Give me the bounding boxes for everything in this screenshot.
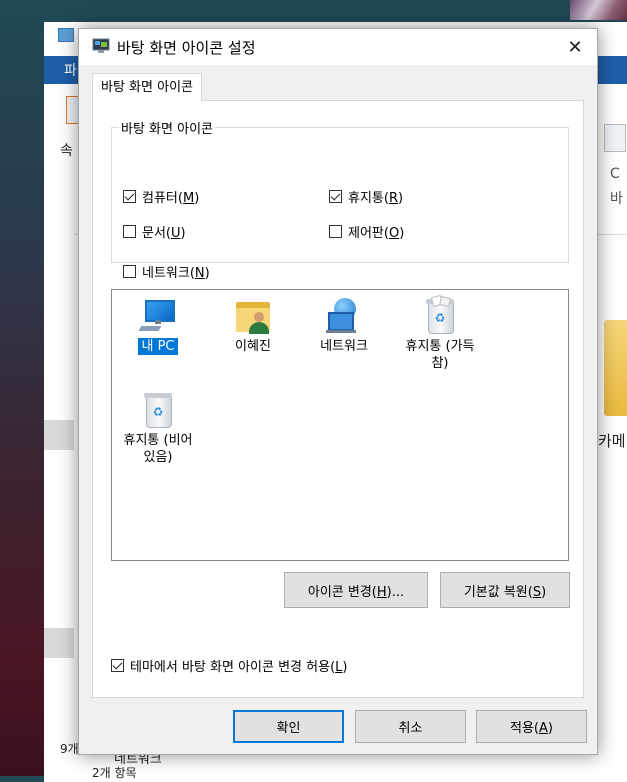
tab-label: 바탕 화면 아이콘 [101,80,193,95]
list-item-this-pc[interactable]: 내 PC [112,296,204,355]
cancel-button[interactable]: 취소 [355,710,466,743]
close-icon: ✕ [567,36,583,58]
allow-theme-change-checkbox[interactable]: 테마에서 바탕 화면 아이콘 변경 허용(L) [111,656,347,675]
list-item-user-folder[interactable]: 이혜진 [207,296,299,355]
recycle-bin-empty-icon: ♻ [138,390,178,430]
checkbox-checked-icon[interactable] [123,190,136,203]
nav-selection[interactable] [44,420,74,450]
list-item-label: 휴지통 (비어 있음) [123,433,193,465]
documents-checkbox[interactable]: 문서(U) [123,222,186,241]
checkbox-label: 휴지통(R) [348,191,404,206]
user-folder-icon [233,296,273,336]
desktop-icon-settings-dialog: 바탕 화면 아이콘 설정 ✕ 바탕 화면 아이콘 바탕 화면 아이콘 컴퓨터(M… [78,28,598,755]
network-checkbox[interactable]: 네트워크(N) [123,262,210,281]
ribbon-left-fragment[interactable]: 속 [60,140,73,160]
computer-icon [138,296,178,336]
ribbon-right-icon[interactable] [604,124,626,152]
list-item-recycle-bin-empty[interactable]: ♻ 휴지통 (비어 있음) [112,390,204,466]
control-panel-checkbox[interactable]: 제어판(O) [329,222,404,241]
checkbox-checked-icon[interactable] [111,659,124,672]
list-item-label: 이혜진 [235,339,271,354]
icon-list-view[interactable]: 내 PC 이혜진 네트워크 ♻ 휴지통 (가득 참) ♻ 휴지통 (비어 있음) [111,289,569,561]
ok-button[interactable]: 확인 [233,710,344,743]
checkbox-label: 컴퓨터(M) [142,191,200,206]
explorer-app-icon [58,28,74,42]
list-item-label: 내 PC [138,338,178,355]
checkbox-unchecked-icon[interactable] [329,225,342,238]
tab-desktop-icons[interactable]: 바탕 화면 아이콘 [92,73,202,101]
checkbox-checked-icon[interactable] [329,190,342,203]
recycle-bin-full-icon: ♻ [420,294,460,336]
background-folder-label: 카메 [598,432,626,450]
nav-selection[interactable] [44,628,74,658]
checkbox-label: 테마에서 바탕 화면 아이콘 변경 허용(L) [130,660,348,675]
list-item-label: 네트워크 [320,339,368,354]
background-folder-icon[interactable] [604,320,627,416]
ribbon-right-fragment-2: 바 [610,191,623,207]
computer-checkbox[interactable]: 컴퓨터(M) [123,187,199,206]
dialog-title: 바탕 화면 아이콘 설정 [117,39,256,57]
button-label: 적용(A) [510,721,553,736]
ribbon-right-fragment-1: C [610,166,620,182]
list-item-label: 휴지통 (가득 참) [405,339,475,371]
group-title: 바탕 화면 아이콘 [119,118,215,137]
button-label: 취소 [398,721,423,736]
recycle-bin-checkbox[interactable]: 휴지통(R) [329,187,403,206]
restore-default-button[interactable]: 기본값 복원(S) [440,572,570,608]
button-label: 아이콘 변경(H)... [307,584,405,600]
checkbox-label: 제어판(O) [348,226,405,241]
desktop-settings-icon [92,38,110,53]
item-count-fragment: 9개 [60,742,79,756]
network-icon [324,296,364,336]
explorer-nav-pane[interactable] [44,234,74,782]
status-bar-fragment: 2개 항목 [92,766,137,780]
list-item-recycle-bin-full[interactable]: ♻ 휴지통 (가득 참) [394,294,486,372]
change-icon-button[interactable]: 아이콘 변경(H)... [284,572,428,608]
button-label: 확인 [276,721,301,736]
close-button[interactable]: ✕ [553,29,597,65]
list-item-network[interactable]: 네트워크 [298,296,390,355]
checkbox-unchecked-icon[interactable] [123,225,136,238]
checkbox-label: 네트워크(N) [142,266,210,281]
dialog-titlebar[interactable]: 바탕 화면 아이콘 설정 ✕ [79,29,597,65]
tab-panel: 바탕 화면 아이콘 컴퓨터(M) 휴지통(R) 문서(U) 제어판(O) 네트워… [92,100,584,698]
ribbon-tab-fragment[interactable]: 파 [64,60,77,80]
checkbox-label: 문서(U) [142,226,186,241]
button-label: 기본값 복원(S) [463,584,547,600]
wallpaper-streak [570,0,627,20]
apply-button[interactable]: 적용(A) [476,710,587,743]
checkbox-unchecked-icon[interactable] [123,265,136,278]
